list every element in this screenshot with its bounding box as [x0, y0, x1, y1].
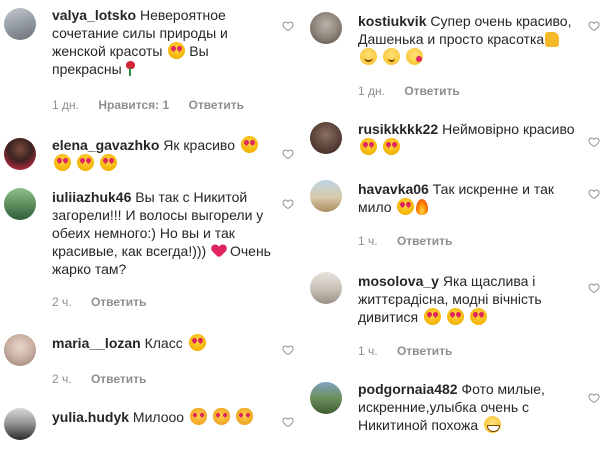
heart-eyes-emoji-icon: [168, 42, 186, 59]
comment-text: Як красиво: [163, 137, 235, 153]
comment-time: 1 ч.: [358, 344, 378, 358]
comment-username[interactable]: kostiukvik: [358, 13, 426, 29]
comment-body: havavka06 Так искренне и так мило: [358, 180, 578, 216]
avatar[interactable]: [310, 12, 342, 44]
reply-button[interactable]: Ответить: [91, 295, 146, 309]
comment-body: elena_gavazhko Як красиво: [52, 136, 272, 172]
heart-outline-icon[interactable]: [282, 344, 294, 356]
comment-likes[interactable]: Нравится: 1: [98, 98, 169, 112]
heart-outline-icon[interactable]: [588, 188, 600, 200]
comment-username[interactable]: podgornaia482: [358, 381, 458, 397]
kiss-emoji-icon: [405, 48, 423, 65]
comment-username[interactable]: elena_gavazhko: [52, 137, 159, 153]
wink-emoji-icon: [382, 48, 400, 65]
heart-eyes-emoji-icon: [240, 136, 258, 153]
heart-eyes-emoji-icon: [423, 308, 441, 325]
comment-meta: 1 ч. Ответить: [358, 344, 468, 358]
comment-body: yulia.hudyk Милооо: [52, 408, 272, 426]
comment-meta: 1 дн. Ответить: [358, 84, 476, 98]
avatar[interactable]: [4, 334, 36, 366]
comment-username[interactable]: valya_lotsko: [52, 7, 136, 23]
avatar[interactable]: [310, 382, 342, 414]
heart-eyes-cat-emoji-icon: [235, 408, 253, 425]
avatar[interactable]: [4, 138, 36, 170]
heart-eyes-cat-emoji-icon: [212, 408, 230, 425]
comment-meta: 1 дн. Нравится: 1 Ответить: [52, 98, 260, 112]
avatar[interactable]: [310, 122, 342, 154]
avatar[interactable]: [310, 272, 342, 304]
heart-outline-icon[interactable]: [282, 416, 294, 428]
heart-eyes-cat-emoji-icon: [189, 408, 207, 425]
grin-emoji-icon: [484, 416, 502, 433]
heart-eyes-emoji-icon: [446, 308, 464, 325]
avatar[interactable]: [4, 8, 36, 40]
reply-button[interactable]: Ответить: [91, 372, 146, 386]
heart-eyes-emoji-icon: [360, 138, 377, 155]
comment-body: valya_lotsko Невероятное сочетание силы …: [52, 6, 272, 78]
heart-eyes-emoji-icon: [188, 334, 206, 351]
heart-outline-icon[interactable]: [282, 198, 294, 210]
avatar[interactable]: [310, 180, 342, 212]
reply-button[interactable]: Ответить: [404, 84, 459, 98]
smile-emoji-icon: [360, 48, 377, 65]
comment-meta: 2 ч. Ответить: [52, 372, 162, 386]
heart-eyes-emoji-icon: [54, 154, 71, 171]
comment-time: 1 дн.: [358, 84, 385, 98]
reply-button[interactable]: Ответить: [189, 98, 244, 112]
heart-outline-icon[interactable]: [588, 392, 600, 404]
avatar[interactable]: [4, 188, 36, 220]
comment-meta: 2 ч. Ответить: [52, 295, 162, 309]
comment-time: 2 ч.: [52, 372, 72, 386]
rose-emoji-icon: [124, 60, 136, 77]
comment-username[interactable]: havavka06: [358, 181, 429, 197]
heart-outline-icon[interactable]: [588, 20, 600, 32]
heart-eyes-emoji-icon: [76, 154, 94, 171]
comment-text: Милооо: [132, 409, 185, 425]
heart-outline-icon[interactable]: [588, 136, 600, 148]
heart-outline-icon[interactable]: [282, 20, 294, 32]
avatar[interactable]: [4, 408, 36, 440]
thumbs-up-emoji-icon: [545, 32, 560, 47]
comment-body: iuliiazhuk46 Вы так с Никитой загорели!!…: [52, 188, 272, 278]
comment-body: podgornaia482 Фото милые, искренние,улыб…: [358, 380, 578, 434]
comment-username[interactable]: maria__lozan: [52, 335, 141, 351]
comment-time: 1 дн.: [52, 98, 79, 112]
comment-body: kostiukvik Супер очень красиво, Дашенька…: [358, 12, 578, 66]
reply-button[interactable]: Ответить: [397, 344, 452, 358]
comment-username[interactable]: rusikkkkk22: [358, 121, 438, 137]
red-heart-emoji-icon: [212, 245, 226, 258]
comment-time: 1 ч.: [358, 234, 378, 248]
fire-emoji-icon: [416, 199, 429, 215]
heart-outline-icon[interactable]: [282, 148, 294, 160]
heart-outline-icon[interactable]: [588, 282, 600, 294]
comment-time: 2 ч.: [52, 295, 72, 309]
comment-text: Класс: [144, 335, 183, 351]
comment-text: Неймовірно красиво: [442, 121, 575, 137]
comment-body: rusikkkkk22 Неймовірно красиво: [358, 120, 578, 156]
comment-username[interactable]: yulia.hudyk: [52, 409, 129, 425]
heart-eyes-emoji-icon: [99, 154, 117, 171]
heart-eyes-emoji-icon: [469, 308, 487, 325]
comment-body: maria__lozan Класс: [52, 334, 272, 352]
comment-username[interactable]: mosolova_y: [358, 273, 439, 289]
heart-eyes-emoji-icon: [382, 138, 400, 155]
heart-eyes-emoji-icon: [397, 198, 415, 215]
reply-button[interactable]: Ответить: [397, 234, 452, 248]
comment-username[interactable]: iuliiazhuk46: [52, 189, 131, 205]
comment-meta: 1 ч. Ответить: [358, 234, 468, 248]
comment-body: mosolova_y Яка щаслива і життєрадісна, м…: [358, 272, 578, 326]
